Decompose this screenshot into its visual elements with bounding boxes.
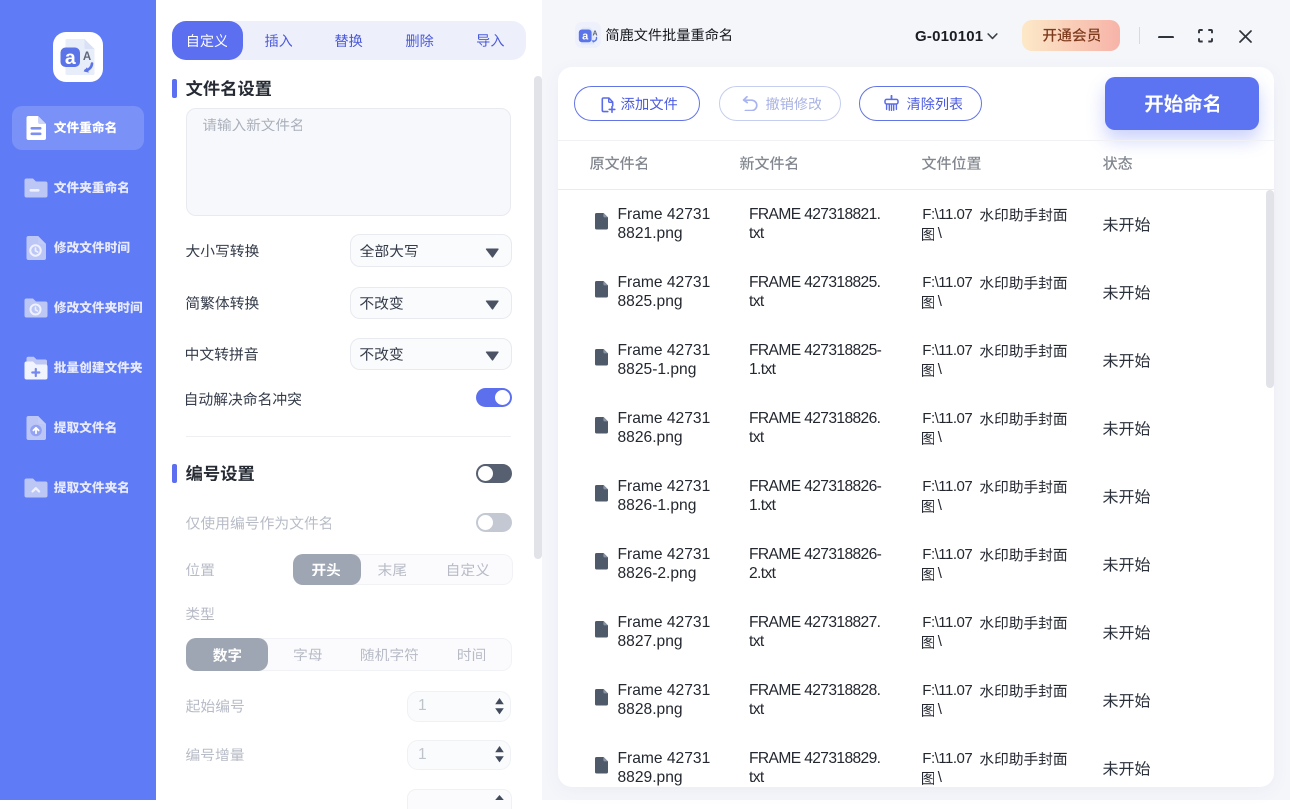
svg-text:a: a [65,46,76,68]
svg-text:A: A [83,51,91,63]
